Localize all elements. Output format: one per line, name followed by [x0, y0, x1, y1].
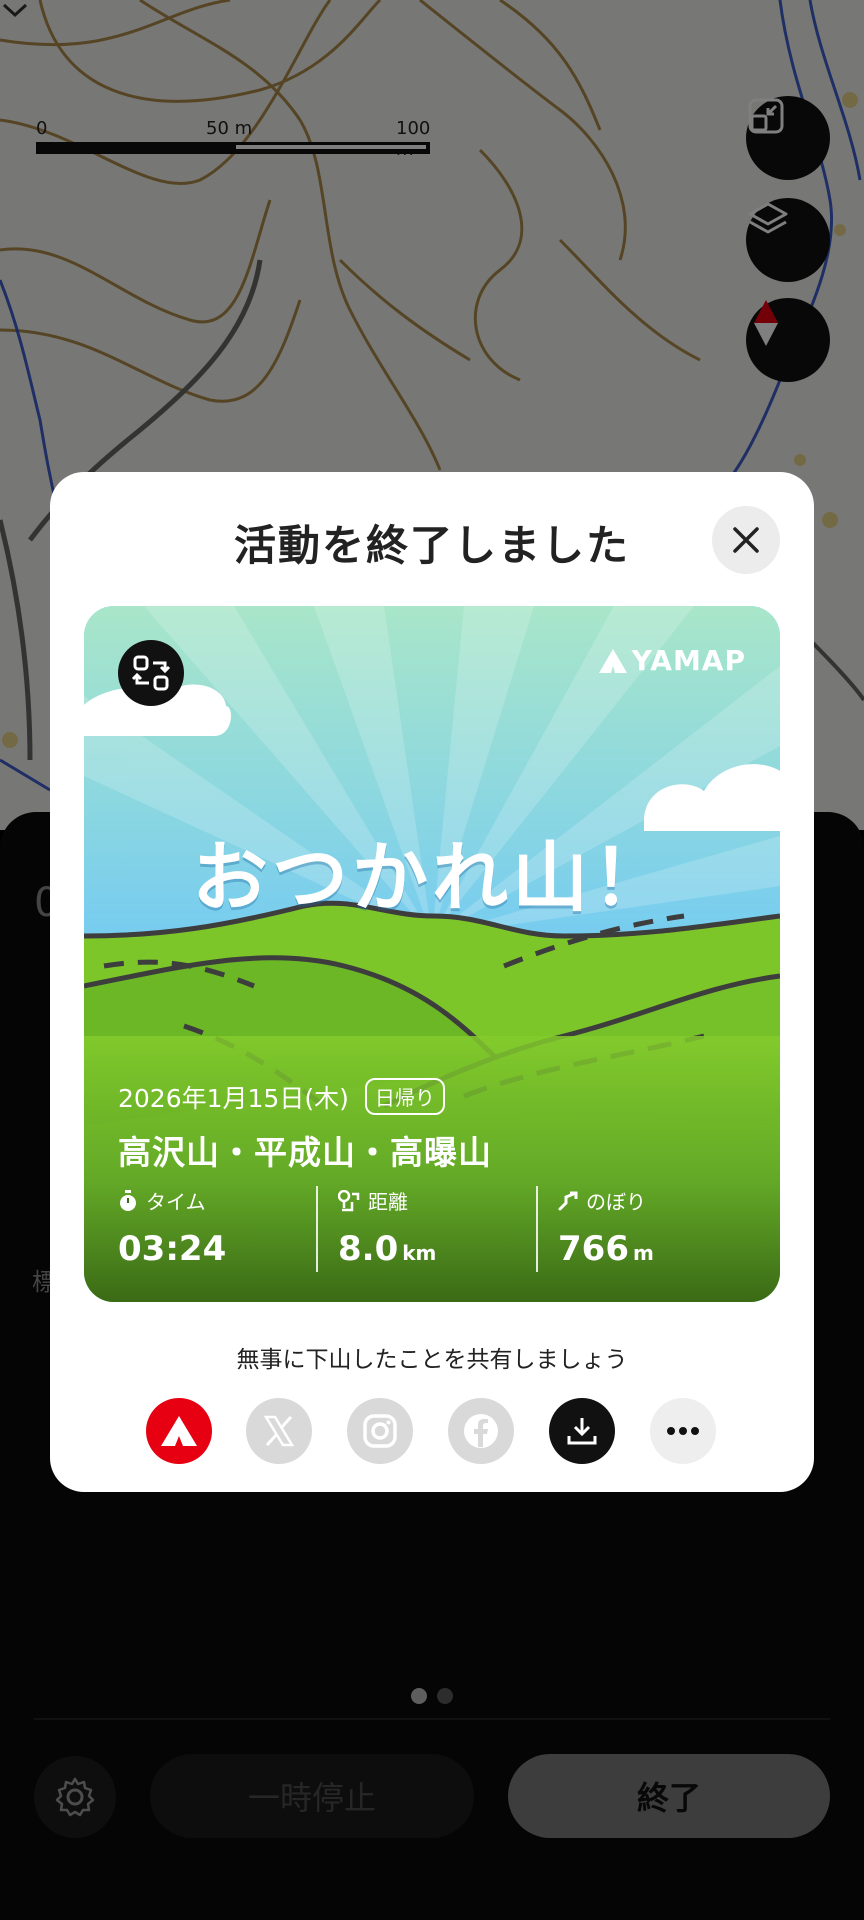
download-icon	[567, 1418, 597, 1445]
stat-ascent: のぼり 766 m	[558, 1186, 654, 1272]
date-row: 2026年1月15日(木) 日帰り	[118, 1078, 445, 1115]
share-x-button[interactable]	[246, 1398, 312, 1464]
share-facebook-button[interactable]	[448, 1398, 514, 1464]
download-button[interactable]	[549, 1398, 615, 1464]
stat-divider	[536, 1186, 538, 1272]
yamap-logo: YAMAP	[598, 644, 746, 677]
mountain-names: 高沢山・平成山・高曝山	[118, 1133, 492, 1172]
more-share-button[interactable]	[650, 1398, 716, 1464]
ascent-icon	[558, 1191, 578, 1210]
distance-pin-icon	[338, 1189, 360, 1211]
facebook-icon	[464, 1414, 498, 1448]
close-button[interactable]	[712, 506, 780, 574]
stat-divider	[316, 1186, 318, 1272]
yamap-mark-icon	[598, 648, 627, 673]
instagram-icon	[363, 1414, 397, 1448]
stat-distance-unit: km	[402, 1241, 437, 1265]
share-instagram-button[interactable]	[347, 1398, 413, 1464]
swap-icon	[131, 655, 171, 691]
dialog-title: 活動を終了しました	[233, 521, 630, 570]
share-prompt: 無事に下山したことを共有しましょう	[236, 1347, 628, 1373]
stat-distance-label: 距離	[368, 1190, 408, 1214]
yamap-icon	[161, 1416, 197, 1446]
stat-time-value: 03:24	[118, 1229, 227, 1269]
share-buttons	[146, 1398, 726, 1464]
activity-stats: タイム 03:24 距離 8.0 km のぼり 766 m	[118, 1186, 758, 1272]
stopwatch-icon	[120, 1189, 136, 1211]
stat-time-label: タイム	[146, 1190, 206, 1214]
trip-type-badge: 日帰り	[364, 1078, 445, 1115]
activity-finished-dialog: 活動を終了しました YAMAP おつかれ山！ 2026年1月15日(木) 日帰り…	[50, 472, 814, 1492]
more-icon	[667, 1427, 699, 1435]
brand-name: YAMAP	[631, 644, 746, 677]
activity-date: 2026年1月15日(木)	[118, 1083, 349, 1113]
share-yamap-button[interactable]	[146, 1398, 212, 1464]
stat-ascent-label: のぼり	[586, 1190, 646, 1214]
stat-distance-value: 8.0	[338, 1229, 399, 1269]
x-logo-icon	[263, 1415, 295, 1447]
stat-ascent-value: 766	[558, 1229, 629, 1269]
swap-card-button[interactable]	[118, 640, 184, 706]
summary-card: YAMAP おつかれ山！ 2026年1月15日(木) 日帰り 高沢山・平成山・高…	[84, 606, 780, 1302]
close-icon	[733, 527, 759, 553]
stat-time: タイム 03:24	[118, 1186, 226, 1272]
stat-distance: 距離 8.0 km	[338, 1186, 436, 1272]
card-headline: おつかれ山！	[192, 833, 672, 922]
stat-ascent-unit: m	[632, 1241, 654, 1265]
